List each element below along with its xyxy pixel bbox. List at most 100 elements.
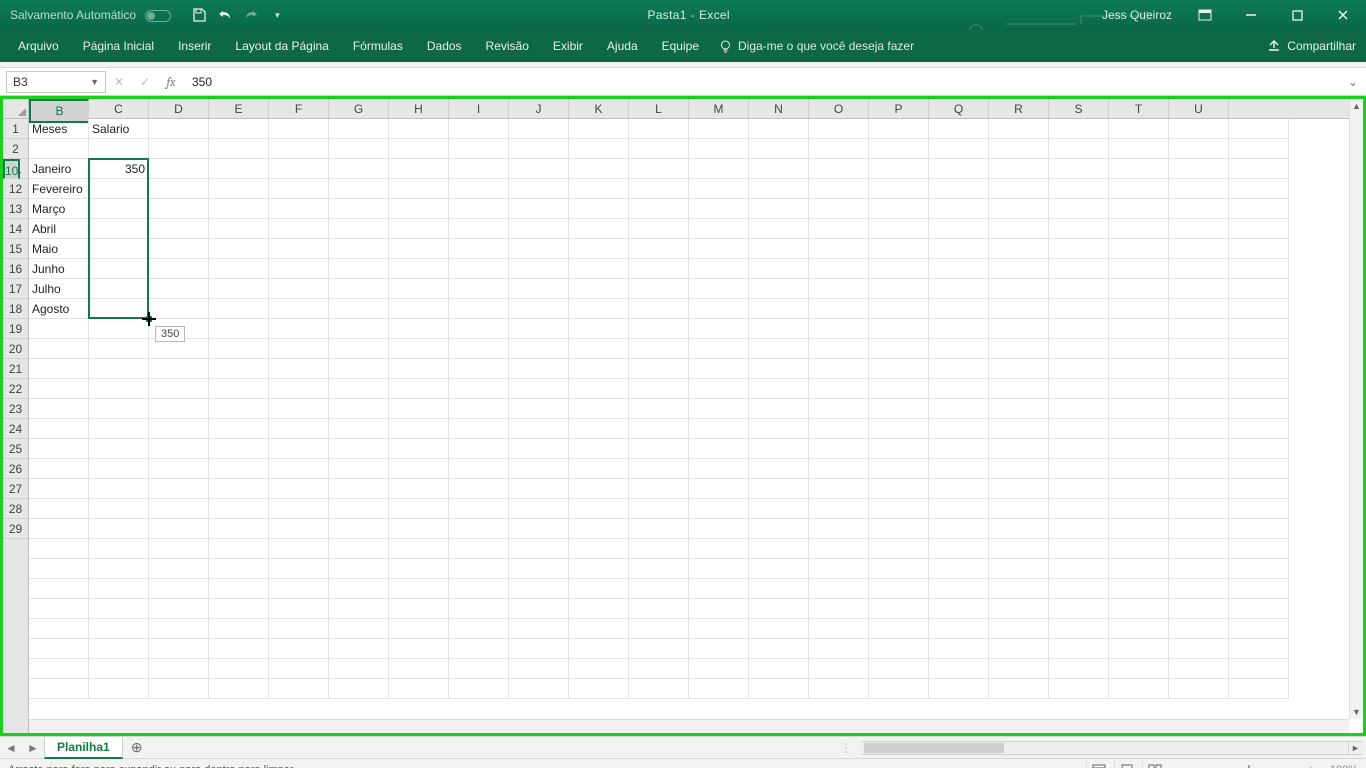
cell-H5[interactable] — [449, 199, 509, 219]
cell-P24[interactable] — [929, 579, 989, 599]
autosave-toggle[interactable] — [145, 10, 171, 22]
vertical-scrollbar[interactable]: ▲ ▼ — [1349, 99, 1363, 719]
cell-S29[interactable] — [1109, 679, 1169, 699]
cell-H26[interactable] — [449, 619, 509, 639]
row-header-26[interactable]: 26 — [3, 459, 28, 479]
cell-U15[interactable] — [1229, 399, 1289, 419]
cancel-icon[interactable]: ✕ — [106, 75, 132, 89]
cell-D4[interactable] — [209, 179, 269, 199]
cell-A21[interactable] — [29, 519, 89, 539]
cell-B17[interactable] — [89, 439, 149, 459]
cell-P9[interactable] — [929, 279, 989, 299]
cell-Q12[interactable] — [989, 339, 1049, 359]
cell-L6[interactable] — [689, 219, 749, 239]
cell-E27[interactable] — [269, 639, 329, 659]
cell-J9[interactable] — [569, 279, 629, 299]
cell-B7[interactable] — [89, 239, 149, 259]
cell-I3[interactable] — [509, 159, 569, 179]
cell-K7[interactable] — [629, 239, 689, 259]
cell-E22[interactable] — [269, 539, 329, 559]
cell-U18[interactable] — [1229, 459, 1289, 479]
cell-E1[interactable] — [269, 119, 329, 139]
cell-C14[interactable] — [149, 379, 209, 399]
cell-Q22[interactable] — [989, 539, 1049, 559]
col-header-L[interactable]: L — [629, 99, 689, 118]
cell-D8[interactable] — [209, 259, 269, 279]
row-header-15[interactable]: 15 — [3, 239, 28, 259]
cell-M24[interactable] — [749, 579, 809, 599]
cell-Q16[interactable] — [989, 419, 1049, 439]
cell-H27[interactable] — [449, 639, 509, 659]
cell-A9[interactable]: Julho — [29, 279, 89, 299]
cell-Q9[interactable] — [989, 279, 1049, 299]
cell-H18[interactable] — [449, 459, 509, 479]
cell-B5[interactable] — [89, 199, 149, 219]
cell-I29[interactable] — [509, 679, 569, 699]
cell-S26[interactable] — [1109, 619, 1169, 639]
cell-K3[interactable] — [629, 159, 689, 179]
split-handle[interactable]: ⋮ — [830, 741, 862, 755]
cell-J7[interactable] — [569, 239, 629, 259]
sheet-nav-prev-icon[interactable]: ◄ — [0, 741, 22, 755]
cell-E3[interactable] — [269, 159, 329, 179]
cell-B19[interactable] — [89, 479, 149, 499]
cell-P3[interactable] — [929, 159, 989, 179]
cell-D10[interactable] — [209, 299, 269, 319]
cell-C27[interactable] — [149, 639, 209, 659]
cell-N6[interactable] — [809, 219, 869, 239]
cell-E6[interactable] — [269, 219, 329, 239]
col-header-S[interactable]: S — [1049, 99, 1109, 118]
cell-J23[interactable] — [569, 559, 629, 579]
cell-A26[interactable] — [29, 619, 89, 639]
cell-B2[interactable] — [89, 139, 149, 159]
normal-view-icon[interactable] — [1086, 761, 1112, 768]
cell-C18[interactable] — [149, 459, 209, 479]
cell-F1[interactable] — [329, 119, 389, 139]
undo-icon[interactable] — [217, 7, 233, 23]
cell-K23[interactable] — [629, 559, 689, 579]
cell-P7[interactable] — [929, 239, 989, 259]
cell-N10[interactable] — [809, 299, 869, 319]
cell-B16[interactable] — [89, 419, 149, 439]
cell-L20[interactable] — [689, 499, 749, 519]
sheet-nav-next-icon[interactable]: ► — [22, 741, 44, 755]
cell-Q10[interactable] — [989, 299, 1049, 319]
cell-E10[interactable] — [269, 299, 329, 319]
cell-O4[interactable] — [869, 179, 929, 199]
cell-L17[interactable] — [689, 439, 749, 459]
cell-H29[interactable] — [449, 679, 509, 699]
cell-U22[interactable] — [1229, 539, 1289, 559]
cell-R2[interactable] — [1049, 139, 1109, 159]
cell-P25[interactable] — [929, 599, 989, 619]
cell-J10[interactable] — [569, 299, 629, 319]
cell-D6[interactable] — [209, 219, 269, 239]
cell-J21[interactable] — [569, 519, 629, 539]
cell-G10[interactable] — [389, 299, 449, 319]
cell-H1[interactable] — [449, 119, 509, 139]
cell-U21[interactable] — [1229, 519, 1289, 539]
cell-D22[interactable] — [209, 539, 269, 559]
cell-D5[interactable] — [209, 199, 269, 219]
cell-N1[interactable] — [809, 119, 869, 139]
col-header-I[interactable]: I — [449, 99, 509, 118]
cell-O8[interactable] — [869, 259, 929, 279]
cell-P15[interactable] — [929, 399, 989, 419]
cell-S24[interactable] — [1109, 579, 1169, 599]
cell-D13[interactable] — [209, 359, 269, 379]
cell-S6[interactable] — [1109, 219, 1169, 239]
col-header-U[interactable]: U — [1169, 99, 1229, 118]
cell-S25[interactable] — [1109, 599, 1169, 619]
cell-J17[interactable] — [569, 439, 629, 459]
cell-L12[interactable] — [689, 339, 749, 359]
cell-M13[interactable] — [749, 359, 809, 379]
vscroll-track[interactable] — [1350, 113, 1363, 705]
cell-F20[interactable] — [329, 499, 389, 519]
cell-M10[interactable] — [749, 299, 809, 319]
cell-I15[interactable] — [509, 399, 569, 419]
insert-function-button[interactable]: fx — [158, 75, 184, 89]
cell-J25[interactable] — [569, 599, 629, 619]
cell-U24[interactable] — [1229, 579, 1289, 599]
cell-H12[interactable] — [449, 339, 509, 359]
cell-O12[interactable] — [869, 339, 929, 359]
page-break-view-icon[interactable] — [1142, 761, 1168, 768]
